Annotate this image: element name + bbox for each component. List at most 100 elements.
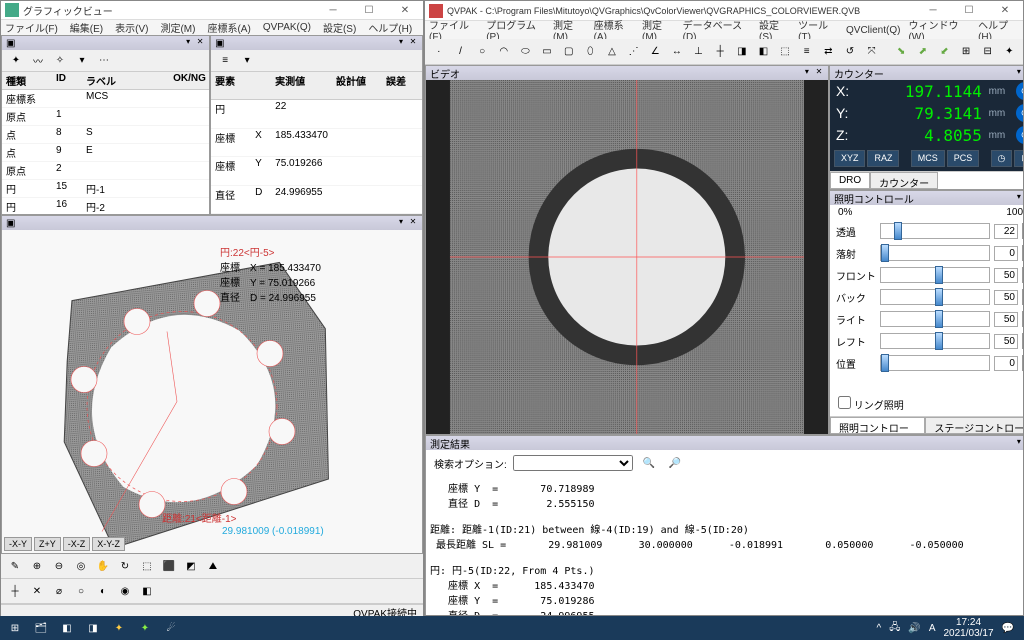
cell[interactable] <box>382 100 422 128</box>
cell[interactable] <box>382 129 422 157</box>
light-value[interactable]: 0 <box>994 246 1018 261</box>
tool-icon[interactable]: ⋯ <box>94 51 114 71</box>
cell[interactable]: 185.433470 <box>271 129 332 157</box>
cell[interactable]: MCS <box>82 90 169 108</box>
cyl-icon[interactable]: ⬯ <box>580 42 600 62</box>
tool-icon[interactable]: ✦ <box>6 51 26 71</box>
cell[interactable]: 座標系 <box>2 90 52 108</box>
spinbox[interactable]: ▴▾ <box>1022 355 1023 371</box>
panel-head[interactable]: ▣▾✕ <box>2 216 422 230</box>
square-icon[interactable]: ▢ <box>559 42 579 62</box>
cell[interactable]: 直径 <box>211 186 251 214</box>
spinbox[interactable]: ▴▾ <box>1022 245 1023 261</box>
spinbox[interactable]: ▴▾ <box>1022 289 1023 305</box>
tool-icon[interactable]: ◎ <box>71 556 91 576</box>
cell[interactable]: 24.996955 <box>271 186 332 214</box>
tray-icon[interactable]: 🔊 <box>908 623 920 634</box>
cell[interactable]: 座標 <box>211 129 251 157</box>
pts-icon[interactable]: ⋰ <box>624 42 644 62</box>
axis-icon[interactable]: ┼ <box>5 581 25 601</box>
menu-item[interactable]: 座標系(A) <box>207 20 250 35</box>
mcs-button[interactable]: MCS <box>911 150 945 167</box>
clock-date[interactable]: 2021/03/17 <box>943 628 993 639</box>
cell[interactable]: 1 <box>52 108 82 126</box>
tool-icon[interactable]: ⇄ <box>819 42 839 62</box>
status-icon[interactable]: ⊘ <box>1016 104 1023 122</box>
cell[interactable] <box>169 90 209 108</box>
tool-icon[interactable]: ✎ <box>5 556 25 576</box>
tray-icon[interactable]: 🖧 <box>889 620 900 637</box>
tool-icon[interactable]: ▾ <box>237 51 257 71</box>
taskbar[interactable]: ⊞ 🗂 ◧ ◨ ✦ ✦ ☄ ^ 🖧 🔊 A 17:24 2021/03/17 💬 <box>0 616 1024 640</box>
cell[interactable] <box>332 157 382 185</box>
task-icon[interactable]: ✦ <box>106 617 132 639</box>
cell[interactable]: D <box>251 186 271 214</box>
cell[interactable] <box>169 126 209 144</box>
arc-icon[interactable]: ◠ <box>494 42 514 62</box>
tool-icon[interactable]: ⬋ <box>935 42 955 62</box>
tab[interactable]: 照明コントロール <box>830 417 925 434</box>
panel-head[interactable]: カウンター▾✕ <box>830 66 1023 80</box>
cell[interactable]: 円-2 <box>82 198 169 214</box>
grid-icon[interactable]: ⊞ <box>1014 150 1023 167</box>
tool-icon[interactable]: 〰 <box>28 51 48 71</box>
tool-icon[interactable]: ⌀ <box>49 581 69 601</box>
status-icon[interactable]: ⊘ <box>1016 82 1023 100</box>
tool-icon[interactable]: ⊟ <box>978 42 998 62</box>
cell[interactable] <box>82 162 169 180</box>
cell[interactable] <box>82 108 169 126</box>
tool-icon[interactable]: ⬚ <box>137 556 157 576</box>
tab[interactable]: ステージコントロール <box>925 417 1023 434</box>
result-text[interactable]: 座標 Y = 70.718989 直径 D = 2.555150 距離: 距離-… <box>426 476 1023 615</box>
light-slider[interactable] <box>880 289 990 305</box>
col-hdr[interactable] <box>251 72 271 100</box>
ime-indicator[interactable]: A <box>929 623 936 634</box>
cell[interactable] <box>332 129 382 157</box>
clock-icon[interactable]: ◷ <box>991 150 1013 167</box>
angle-icon[interactable]: ∠ <box>645 42 665 62</box>
col-hdr[interactable]: 種類 <box>2 72 52 90</box>
tool-icon[interactable]: ◨ <box>732 42 752 62</box>
panel-head[interactable]: ▣▾✕ <box>2 36 209 50</box>
tool-icon[interactable]: ⤧ <box>862 42 882 62</box>
video-view[interactable] <box>426 80 828 434</box>
tool-icon[interactable]: ↻ <box>115 556 135 576</box>
menu-item[interactable]: QVPAK(Q) <box>263 22 311 33</box>
spinbox[interactable]: ▴▾ <box>1022 267 1023 283</box>
search-icon[interactable]: 🔍 <box>639 453 659 473</box>
cell[interactable] <box>382 186 422 214</box>
panel-head[interactable]: 測定結果▾✕ <box>426 436 1023 450</box>
cell[interactable]: 円 <box>2 198 52 214</box>
cell[interactable]: 座標 <box>211 157 251 185</box>
tool-icon[interactable]: ▾ <box>72 51 92 71</box>
tool-icon[interactable]: ≡ <box>797 42 817 62</box>
cell[interactable]: Y <box>251 157 271 185</box>
cell[interactable]: 22 <box>271 100 332 128</box>
cell[interactable]: 円 <box>2 180 52 198</box>
light-slider[interactable] <box>880 267 990 283</box>
col-hdr[interactable]: ID <box>52 72 82 90</box>
ring-checkbox[interactable]: リング照明 <box>838 401 904 412</box>
element-grid[interactable]: 要素 実測値 設計値 誤差 円22座標X185.433470座標Y75.0192… <box>211 72 422 214</box>
cell[interactable] <box>332 186 382 214</box>
cell[interactable]: 15 <box>52 180 82 198</box>
max-button[interactable]: ☐ <box>355 1 383 19</box>
tool-icon[interactable]: ◩ <box>181 556 201 576</box>
tool-icon[interactable]: ↺ <box>840 42 860 62</box>
cell[interactable] <box>332 100 382 128</box>
light-value[interactable]: 22 <box>994 224 1018 239</box>
system-tray[interactable]: ^ 🖧 🔊 A 17:24 2021/03/17 💬 <box>869 617 1023 639</box>
view-btn[interactable]: -X-Y <box>4 537 32 551</box>
start-button[interactable]: ⊞ <box>2 617 28 639</box>
cone-icon[interactable]: △ <box>602 42 622 62</box>
panel-head[interactable]: ▣▾✕ <box>211 36 422 50</box>
tool-icon[interactable]: ○ <box>71 581 91 601</box>
menu-item[interactable]: 測定(M) <box>160 20 195 35</box>
task-icon[interactable]: ◨ <box>80 617 106 639</box>
tool-icon[interactable]: ⛰ <box>203 556 223 576</box>
cell[interactable]: 円 <box>211 100 251 128</box>
panel-head[interactable]: 照明コントロール▾✕ <box>830 191 1023 205</box>
line-icon[interactable]: / <box>451 42 471 62</box>
view-btn[interactable]: Z+Y <box>34 537 61 551</box>
cell[interactable] <box>251 100 271 128</box>
